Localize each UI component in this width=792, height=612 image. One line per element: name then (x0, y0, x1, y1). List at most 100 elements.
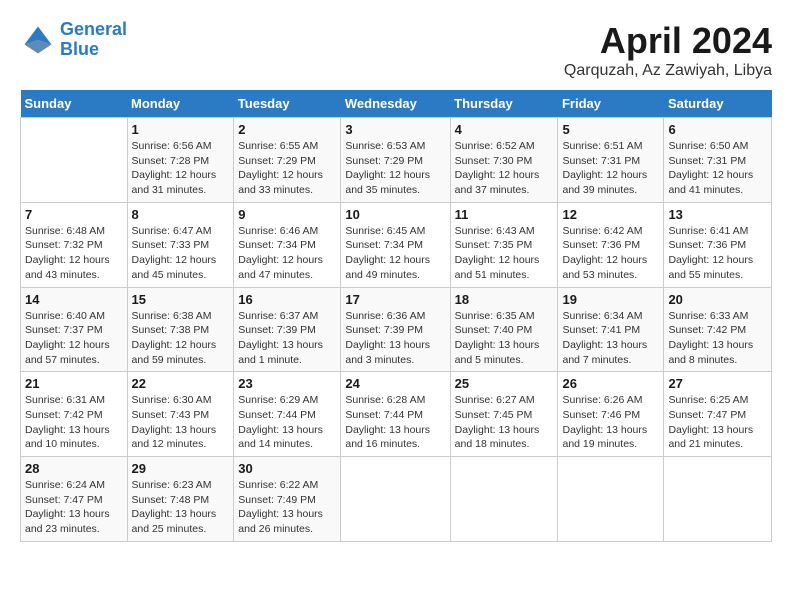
day-number: 7 (25, 207, 123, 222)
calendar-cell: 12 Sunrise: 6:42 AM Sunset: 7:36 PM Dayli… (558, 202, 664, 287)
day-info: Sunrise: 6:42 AM Sunset: 7:36 PM Dayligh… (562, 224, 659, 283)
day-info: Sunrise: 6:26 AM Sunset: 7:46 PM Dayligh… (562, 393, 659, 452)
calendar-cell: 10 Sunrise: 6:45 AM Sunset: 7:34 PM Dayli… (341, 202, 450, 287)
calendar-cell: 6 Sunrise: 6:50 AM Sunset: 7:31 PM Daylig… (664, 118, 772, 203)
subtitle: Qarquzah, Az Zawiyah, Libya (564, 62, 772, 80)
calendar-cell: 8 Sunrise: 6:47 AM Sunset: 7:33 PM Daylig… (127, 202, 234, 287)
calendar-cell: 20Sunrise: 6:33 AM Sunset: 7:42 PM Dayli… (664, 287, 772, 372)
calendar-cell: 27Sunrise: 6:25 AM Sunset: 7:47 PM Dayli… (664, 372, 772, 457)
day-number: 29 (132, 461, 230, 476)
day-number: 8 (132, 207, 230, 222)
day-number: 14 (25, 292, 123, 307)
day-info: Sunrise: 6:34 AM Sunset: 7:41 PM Dayligh… (562, 309, 659, 368)
day-info: Sunrise: 6:40 AM Sunset: 7:37 PM Dayligh… (25, 309, 123, 368)
calendar-week-row: 7 Sunrise: 6:48 AM Sunset: 7:32 PM Daylig… (21, 202, 772, 287)
calendar-week-row: 1 Sunrise: 6:56 AM Sunset: 7:28 PM Daylig… (21, 118, 772, 203)
day-info: Sunrise: 6:22 AM Sunset: 7:49 PM Dayligh… (238, 478, 336, 537)
day-number: 6 (668, 122, 767, 137)
calendar-header: SundayMondayTuesdayWednesdayThursdayFrid… (21, 90, 772, 118)
calendar-week-row: 28 Sunrise: 6:24 AM Sunset: 7:47 PM Dayli… (21, 457, 772, 542)
calendar-cell: 28 Sunrise: 6:24 AM Sunset: 7:47 PM Dayli… (21, 457, 128, 542)
day-number: 17 (345, 292, 445, 307)
day-number: 28 (25, 461, 123, 476)
day-number: 24 (345, 376, 445, 391)
calendar-cell (341, 457, 450, 542)
calendar-cell: 30 Sunrise: 6:22 AM Sunset: 7:49 PM Dayli… (234, 457, 341, 542)
calendar-week-row: 21 Sunrise: 6:31 AM Sunset: 7:42 PM Dayli… (21, 372, 772, 457)
day-info: Sunrise: 6:24 AM Sunset: 7:47 PM Dayligh… (25, 478, 123, 537)
calendar-week-row: 14 Sunrise: 6:40 AM Sunset: 7:37 PM Dayli… (21, 287, 772, 372)
day-info: Sunrise: 6:31 AM Sunset: 7:42 PM Dayligh… (25, 393, 123, 452)
day-info: Sunrise: 6:56 AM Sunset: 7:28 PM Dayligh… (132, 139, 230, 198)
day-info: Sunrise: 6:37 AM Sunset: 7:39 PM Dayligh… (238, 309, 336, 368)
day-info: Sunrise: 6:51 AM Sunset: 7:31 PM Dayligh… (562, 139, 659, 198)
weekday-header-saturday: Saturday (664, 90, 772, 118)
day-number: 1 (132, 122, 230, 137)
weekday-header-wednesday: Wednesday (341, 90, 450, 118)
day-info: Sunrise: 6:38 AM Sunset: 7:38 PM Dayligh… (132, 309, 230, 368)
day-info: Sunrise: 6:28 AM Sunset: 7:44 PM Dayligh… (345, 393, 445, 452)
calendar-cell: 25 Sunrise: 6:27 AM Sunset: 7:45 PM Dayli… (450, 372, 558, 457)
calendar-cell: 19Sunrise: 6:34 AM Sunset: 7:41 PM Dayli… (558, 287, 664, 372)
day-number: 12 (562, 207, 659, 222)
calendar-cell: 14 Sunrise: 6:40 AM Sunset: 7:37 PM Dayli… (21, 287, 128, 372)
calendar-cell: 16 Sunrise: 6:37 AM Sunset: 7:39 PM Dayli… (234, 287, 341, 372)
calendar-cell: 26 Sunrise: 6:26 AM Sunset: 7:46 PM Dayli… (558, 372, 664, 457)
calendar-cell: 11Sunrise: 6:43 AM Sunset: 7:35 PM Dayli… (450, 202, 558, 287)
calendar-cell: 2Sunrise: 6:55 AM Sunset: 7:29 PM Daylig… (234, 118, 341, 203)
logo-text: General Blue (60, 20, 127, 60)
calendar-cell: 7 Sunrise: 6:48 AM Sunset: 7:32 PM Daylig… (21, 202, 128, 287)
weekday-header-sunday: Sunday (21, 90, 128, 118)
day-info: Sunrise: 6:52 AM Sunset: 7:30 PM Dayligh… (455, 139, 554, 198)
day-number: 13 (668, 207, 767, 222)
day-number: 4 (455, 122, 554, 137)
calendar-cell: 5Sunrise: 6:51 AM Sunset: 7:31 PM Daylig… (558, 118, 664, 203)
day-info: Sunrise: 6:35 AM Sunset: 7:40 PM Dayligh… (455, 309, 554, 368)
day-number: 26 (562, 376, 659, 391)
calendar-cell (450, 457, 558, 542)
main-title: April 2024 (564, 20, 772, 62)
calendar-cell: 21 Sunrise: 6:31 AM Sunset: 7:42 PM Dayli… (21, 372, 128, 457)
day-number: 30 (238, 461, 336, 476)
logo: General Blue (20, 20, 127, 60)
day-number: 2 (238, 122, 336, 137)
day-info: Sunrise: 6:27 AM Sunset: 7:45 PM Dayligh… (455, 393, 554, 452)
day-info: Sunrise: 6:25 AM Sunset: 7:47 PM Dayligh… (668, 393, 767, 452)
logo-icon (20, 22, 56, 58)
calendar-cell: 1 Sunrise: 6:56 AM Sunset: 7:28 PM Daylig… (127, 118, 234, 203)
day-number: 3 (345, 122, 445, 137)
day-info: Sunrise: 6:45 AM Sunset: 7:34 PM Dayligh… (345, 224, 445, 283)
calendar-cell (21, 118, 128, 203)
weekday-header-tuesday: Tuesday (234, 90, 341, 118)
day-info: Sunrise: 6:48 AM Sunset: 7:32 PM Dayligh… (25, 224, 123, 283)
calendar-cell: 18Sunrise: 6:35 AM Sunset: 7:40 PM Dayli… (450, 287, 558, 372)
day-number: 20 (668, 292, 767, 307)
calendar-cell: 13 Sunrise: 6:41 AM Sunset: 7:36 PM Dayli… (664, 202, 772, 287)
logo-line1: General (60, 19, 127, 39)
calendar-table: SundayMondayTuesdayWednesdayThursdayFrid… (20, 90, 772, 542)
day-info: Sunrise: 6:47 AM Sunset: 7:33 PM Dayligh… (132, 224, 230, 283)
calendar-cell: 23 Sunrise: 6:29 AM Sunset: 7:44 PM Dayli… (234, 372, 341, 457)
day-info: Sunrise: 6:43 AM Sunset: 7:35 PM Dayligh… (455, 224, 554, 283)
weekday-header-monday: Monday (127, 90, 234, 118)
calendar-cell: 22Sunrise: 6:30 AM Sunset: 7:43 PM Dayli… (127, 372, 234, 457)
calendar-cell (664, 457, 772, 542)
day-number: 15 (132, 292, 230, 307)
calendar-cell: 3Sunrise: 6:53 AM Sunset: 7:29 PM Daylig… (341, 118, 450, 203)
calendar-cell: 29Sunrise: 6:23 AM Sunset: 7:48 PM Dayli… (127, 457, 234, 542)
day-info: Sunrise: 6:50 AM Sunset: 7:31 PM Dayligh… (668, 139, 767, 198)
day-info: Sunrise: 6:41 AM Sunset: 7:36 PM Dayligh… (668, 224, 767, 283)
day-number: 16 (238, 292, 336, 307)
calendar-cell: 15 Sunrise: 6:38 AM Sunset: 7:38 PM Dayli… (127, 287, 234, 372)
day-number: 10 (345, 207, 445, 222)
day-number: 25 (455, 376, 554, 391)
weekday-header-friday: Friday (558, 90, 664, 118)
day-info: Sunrise: 6:46 AM Sunset: 7:34 PM Dayligh… (238, 224, 336, 283)
day-number: 23 (238, 376, 336, 391)
day-info: Sunrise: 6:36 AM Sunset: 7:39 PM Dayligh… (345, 309, 445, 368)
day-number: 21 (25, 376, 123, 391)
logo-line2: Blue (60, 39, 99, 59)
calendar-cell: 4 Sunrise: 6:52 AM Sunset: 7:30 PM Daylig… (450, 118, 558, 203)
day-info: Sunrise: 6:29 AM Sunset: 7:44 PM Dayligh… (238, 393, 336, 452)
header: General Blue April 2024 Qarquzah, Az Zaw… (20, 20, 772, 80)
